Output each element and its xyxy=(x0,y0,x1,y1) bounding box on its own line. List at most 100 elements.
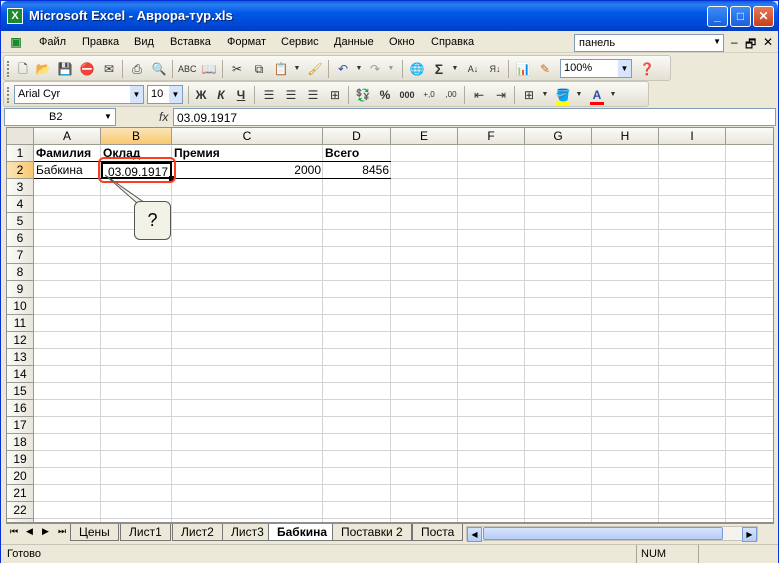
cell-c1[interactable]: Премия xyxy=(172,145,323,162)
menu-view[interactable]: Вид xyxy=(134,36,154,48)
permission-icon[interactable]: ⛔ xyxy=(78,60,96,78)
menu-file[interactable]: Файл xyxy=(39,36,66,48)
chevron-down-icon[interactable]: ▼ xyxy=(618,60,631,77)
row-header-22[interactable]: 22 xyxy=(7,502,34,519)
menu-insert[interactable]: Вставка xyxy=(170,36,211,48)
scroll-right-button[interactable]: ▶ xyxy=(742,527,757,542)
row-header-20[interactable]: 20 xyxy=(7,468,34,485)
excel-app-icon[interactable]: X xyxy=(7,8,23,24)
row-header-15[interactable]: 15 xyxy=(7,383,34,400)
column-header-a[interactable]: A xyxy=(34,128,101,145)
thousands-button[interactable]: 000 xyxy=(398,86,416,104)
close-button[interactable]: ✕ xyxy=(753,6,774,27)
row-header-6[interactable]: 6 xyxy=(7,230,34,247)
row-header-18[interactable]: 18 xyxy=(7,434,34,451)
chevron-down-icon[interactable]: ▼ xyxy=(130,86,143,103)
row-header-19[interactable]: 19 xyxy=(7,451,34,468)
chevron-down-icon[interactable]: ▼ xyxy=(570,86,588,104)
name-box[interactable]: B2 ▼ xyxy=(4,108,116,126)
row-header-16[interactable]: 16 xyxy=(7,400,34,417)
menu-tools[interactable]: Сервис xyxy=(281,36,319,48)
tab-babkina[interactable]: Бабкина xyxy=(268,524,337,541)
decrease-decimal-button[interactable]: ,00 xyxy=(442,86,460,104)
chevron-down-icon[interactable]: ▼ xyxy=(101,109,115,125)
row-header-4[interactable]: 4 xyxy=(7,196,34,213)
menu-help[interactable]: Справка xyxy=(431,36,474,48)
row-header-1[interactable]: 1 xyxy=(7,145,34,162)
maximize-button[interactable]: □ xyxy=(730,6,751,27)
chevron-down-icon[interactable]: ▼ xyxy=(169,86,182,103)
open-icon[interactable]: 📂 xyxy=(34,60,52,78)
row-header-7[interactable]: 7 xyxy=(7,247,34,264)
print-icon[interactable]: ⎙ xyxy=(128,60,146,78)
chevron-down-icon[interactable]: ▼ xyxy=(604,86,622,104)
column-header-e[interactable]: E xyxy=(391,128,458,145)
chevron-down-icon[interactable]: ▼ xyxy=(446,60,464,78)
percent-button[interactable]: % xyxy=(376,86,394,104)
increase-decimal-button[interactable]: +,0 xyxy=(420,86,438,104)
menu-window[interactable]: Окно xyxy=(389,36,415,48)
font-size-select[interactable]: 10 ▼ xyxy=(147,85,183,104)
increase-indent-icon[interactable]: ⇥ xyxy=(492,86,510,104)
row-header-21[interactable]: 21 xyxy=(7,485,34,502)
chevron-down-icon[interactable]: ▼ xyxy=(288,60,306,78)
insert-function-icon[interactable]: fx xyxy=(159,110,168,124)
currency-icon[interactable]: 💱 xyxy=(354,86,372,104)
zoom-select[interactable]: 100% ▼ xyxy=(560,59,632,78)
column-header-blank[interactable] xyxy=(726,128,773,145)
cell-a1[interactable]: Фамилия xyxy=(34,145,101,162)
row-header-10[interactable]: 10 xyxy=(7,298,34,315)
row-header-13[interactable]: 13 xyxy=(7,349,34,366)
chart-wizard-icon[interactable]: 📊 xyxy=(514,60,532,78)
prev-sheet-icon[interactable]: ◀ xyxy=(26,526,33,537)
align-left-icon[interactable]: ☰ xyxy=(260,86,278,104)
tab-list3[interactable]: Лист3 xyxy=(222,524,273,541)
ask-question-input[interactable]: панель ▼ xyxy=(574,34,724,52)
workbook-icon[interactable]: ▣ xyxy=(7,33,25,51)
toolbar-grip[interactable] xyxy=(7,87,10,103)
row-header-5[interactable]: 5 xyxy=(7,213,34,230)
merge-center-icon[interactable]: ⊞ xyxy=(326,86,344,104)
scroll-thumb[interactable] xyxy=(483,527,723,540)
cell-d2[interactable]: 8456 xyxy=(323,162,391,179)
chevron-down-icon[interactable]: ▼ xyxy=(536,86,554,104)
column-header-h[interactable]: H xyxy=(592,128,659,145)
next-sheet-icon[interactable]: ▶ xyxy=(42,526,49,537)
chevron-down-icon[interactable]: ▼ xyxy=(713,37,721,46)
row-header-9[interactable]: 9 xyxy=(7,281,34,298)
chevron-down-icon[interactable]: ▼ xyxy=(382,60,400,78)
bold-button[interactable]: Ж xyxy=(192,86,210,104)
column-header-f[interactable]: F xyxy=(458,128,525,145)
doc-minimize-button[interactable]: – xyxy=(731,35,738,49)
row-header-12[interactable]: 12 xyxy=(7,332,34,349)
minimize-button[interactable]: _ xyxy=(707,6,728,27)
underline-button[interactable]: Ч xyxy=(232,86,250,104)
row-header-3[interactable]: 3 xyxy=(7,179,34,196)
sort-desc-icon[interactable]: Я↓ xyxy=(486,60,504,78)
last-sheet-icon[interactable]: ⏭ xyxy=(58,526,66,537)
row-header-11[interactable]: 11 xyxy=(7,315,34,332)
decrease-indent-icon[interactable]: ⇤ xyxy=(470,86,488,104)
row-header-8[interactable]: 8 xyxy=(7,264,34,281)
help-icon[interactable]: ❓ xyxy=(638,60,656,78)
menu-data[interactable]: Данные xyxy=(334,36,374,48)
first-sheet-icon[interactable]: ⏮ xyxy=(10,526,18,537)
select-all-corner[interactable] xyxy=(7,128,34,145)
tab-postavki-2[interactable]: Поставки 2 xyxy=(332,524,412,541)
doc-restore-button[interactable]: 🗗 xyxy=(745,35,756,56)
save-icon[interactable]: 💾 xyxy=(56,60,74,78)
italic-button[interactable]: К xyxy=(212,86,230,104)
tab-ceny[interactable]: Цены xyxy=(70,524,119,541)
doc-close-button[interactable]: ✕ xyxy=(763,35,773,49)
font-name-select[interactable]: Arial Cyr ▼ xyxy=(14,85,144,104)
print-preview-icon[interactable]: 🔍 xyxy=(150,60,168,78)
column-header-i[interactable]: I xyxy=(659,128,726,145)
copy-icon[interactable]: ⧉ xyxy=(250,60,268,78)
new-icon[interactable]: 🗋 xyxy=(14,60,32,78)
drawing-icon[interactable]: ✎ xyxy=(536,60,554,78)
hyperlink-icon[interactable]: 🌐 xyxy=(408,60,426,78)
column-header-d[interactable]: D xyxy=(323,128,391,145)
cell-d1[interactable]: Всего xyxy=(323,145,391,162)
menu-edit[interactable]: Правка xyxy=(82,36,119,48)
title-bar[interactable]: X Microsoft Excel - Аврора-тур.xls _ □ ✕ xyxy=(1,1,778,31)
